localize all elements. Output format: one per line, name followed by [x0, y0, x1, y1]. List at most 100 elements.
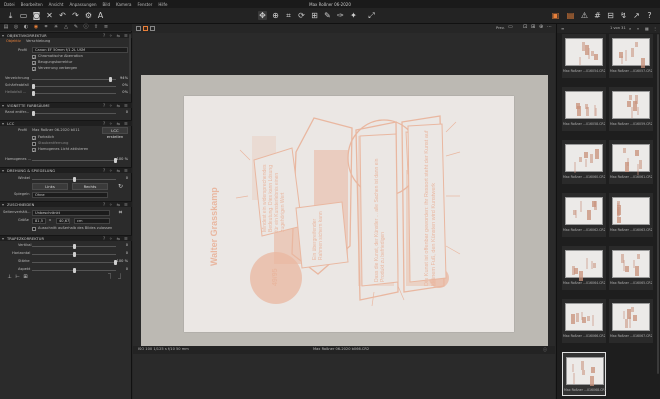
browser-layout-icon[interactable]: ▦ [645, 26, 649, 31]
multi-view-icon[interactable] [143, 26, 148, 31]
info-icon[interactable]: ⓘ [543, 347, 547, 352]
browser-menu-icon[interactable]: ⋮ [653, 26, 657, 31]
edge-value[interactable]: 0 [112, 110, 128, 115]
color-cast-checkbox[interactable] [32, 136, 36, 141]
rotate-left-button[interactable]: Links [32, 183, 68, 190]
aspect-value[interactable]: 0 [112, 267, 128, 272]
section-crop[interactable]: ▾ ZUSCHNEIDEN ? ✧ ⇆ ☰ [0, 201, 132, 207]
sort-icon[interactable]: ≡ [561, 26, 564, 31]
create-lcc-button[interactable]: LCC erstellen [102, 127, 128, 139]
metadata-tab-icon[interactable]: ⓘ [83, 25, 89, 30]
section-lcc[interactable]: ▾ LCC ? ✧ ⇆ ☰ [0, 120, 132, 126]
vertical-value[interactable]: 0 [112, 243, 128, 248]
menu-view[interactable]: Ansicht [49, 2, 64, 7]
light-falloff-value[interactable]: 0% [112, 90, 128, 95]
aspect-slider[interactable] [32, 268, 116, 273]
keystone-tool-icon[interactable]: ⊞ [310, 11, 319, 20]
angle-value[interactable]: 0 [112, 176, 128, 181]
tab-lens[interactable]: Objektiv [6, 39, 21, 44]
sharpness-slider[interactable] [32, 84, 116, 89]
crop-tool-icon[interactable]: ⌗ [284, 11, 293, 20]
viewer-layout-icon[interactable]: ▤ [566, 11, 575, 20]
crop-reset-icon[interactable]: ⌗ [117, 209, 124, 216]
browser-search-icon[interactable]: ⌕ [629, 26, 631, 31]
share-icon[interactable]: ↗ [632, 11, 641, 20]
rotate-right-button[interactable]: Rechts [72, 183, 108, 190]
vertical-slider[interactable] [32, 244, 116, 249]
zoom-full-icon[interactable]: ⊞ [531, 25, 535, 30]
diffraction-checkbox[interactable] [32, 61, 36, 66]
process-icon[interactable]: ↯ [619, 11, 628, 20]
panel-scrollbar[interactable] [129, 34, 131, 94]
sharpness-value[interactable]: 0% [112, 83, 128, 88]
thumbnail[interactable]: Max Roßner ...016062.CR2 [562, 193, 606, 237]
light-falloff-knob[interactable] [32, 91, 35, 96]
hide-distortion-checkbox[interactable] [32, 67, 36, 72]
brush-tool-icon[interactable]: ✎ [323, 11, 332, 20]
amount-value[interactable]: 100 % [110, 259, 128, 264]
browser-filter-icon[interactable]: ▿ [637, 26, 639, 31]
distortion-slider[interactable] [32, 77, 116, 82]
section-lens-correction[interactable]: ▾ OBJEKTIVKORREKTUR ? ✧ ⇆ ☰ [0, 32, 132, 38]
camera-icon[interactable]: ◙ [32, 11, 41, 20]
section-tools-icon[interactable]: ? ✧ ⇆ ☰ [103, 168, 129, 174]
homogen-value[interactable]: 100 % [110, 157, 128, 162]
undo-icon[interactable]: ↶ [58, 11, 67, 20]
menu-help[interactable]: Hilfe [158, 2, 167, 7]
thumbnail[interactable]: Max Roßner ...016059.CR2 [609, 87, 653, 131]
local-tab-icon[interactable]: ✎ [73, 25, 79, 30]
ratio-select[interactable]: Unbeschränkt [32, 210, 110, 216]
zoom-fit-icon[interactable]: ⊡ [523, 25, 527, 30]
aspect-knob[interactable] [73, 268, 76, 273]
menu-file[interactable]: Datei [4, 2, 15, 7]
thumbnail[interactable]: Max Roßner ...016063.CR2 [609, 193, 653, 237]
horizontal-slider[interactable] [32, 252, 116, 257]
guides-icon[interactable]: ⊟ [606, 11, 615, 20]
width-field[interactable]: 81,5 [32, 218, 46, 224]
menu-image[interactable]: Bild [102, 2, 110, 7]
help-icon[interactable]: ? [645, 11, 654, 20]
viewer-options-icon[interactable]: ⋯ [547, 25, 552, 30]
homogen-slider[interactable] [32, 158, 117, 163]
angle-knob[interactable] [73, 177, 76, 182]
thumbnail[interactable]: Max Roßner ...016064.CR2 [562, 246, 606, 290]
batch-tab-icon[interactable]: ≡ [103, 25, 109, 30]
keystone-cursor-right-icon[interactable]: ⏌ [117, 274, 124, 281]
thumbnail[interactable]: Max Roßner ...016060.CR2 [562, 140, 606, 184]
composition-tab-icon[interactable]: ⌗ [43, 25, 49, 30]
thumbnail[interactable]: Max Roßner ...016065.CR2 [609, 246, 653, 290]
allow-outside-checkbox[interactable] [32, 227, 36, 231]
vertical-knob[interactable] [73, 244, 76, 249]
delete-icon[interactable]: ✕ [45, 11, 54, 20]
edge-knob[interactable] [32, 111, 35, 116]
distortion-value[interactable]: 94% [112, 76, 128, 81]
edge-slider[interactable] [32, 111, 116, 116]
amount-slider[interactable] [32, 260, 117, 265]
menu-adjustments[interactable]: Anpassungen [69, 2, 96, 7]
straighten-icon[interactable]: ↻ [117, 183, 124, 190]
mirror-select[interactable]: Ohne [32, 192, 108, 198]
menu-camera[interactable]: Kamera [116, 2, 131, 7]
browser-scrollbar[interactable] [657, 34, 659, 374]
reset-tool-icon[interactable]: ⤢ [367, 11, 376, 20]
capture-tab-icon[interactable]: ◎ [13, 25, 19, 30]
horizontal-value[interactable]: 0 [112, 251, 128, 256]
sharpness-knob[interactable] [32, 84, 35, 89]
output-tab-icon[interactable]: ⇪ [93, 25, 99, 30]
canvas-area[interactable]: Walter Grasskamp 49/95 Die Kunst ist off… [141, 75, 548, 346]
thumbnail[interactable]: Max Roßner ...016058.CR2 [562, 87, 606, 131]
lens-tab-icon[interactable]: ◉ [33, 25, 39, 30]
section-tools-icon[interactable]: ? ✧ ⇆ ☰ [103, 33, 129, 39]
zoom-label[interactable]: Prev. [496, 26, 505, 31]
keystone-cursor-left-icon[interactable]: ⏋ [107, 274, 114, 281]
zoom-tool-icon[interactable]: ⊕ [271, 11, 280, 20]
settings-icon[interactable]: ⚙ [84, 11, 93, 20]
library-icon[interactable]: ▭ [19, 11, 28, 20]
single-view-icon[interactable] [136, 26, 141, 31]
thumbnail[interactable]: Max Roßner ...016061.CR2 [609, 140, 653, 184]
pan-icon[interactable]: ✥ [258, 11, 267, 20]
height-field[interactable]: 40,67 [56, 218, 70, 224]
tab-shift[interactable]: Verschiebung [26, 39, 50, 44]
text-tool-icon[interactable]: A [96, 11, 105, 20]
uniform-light-checkbox[interactable] [32, 148, 36, 153]
